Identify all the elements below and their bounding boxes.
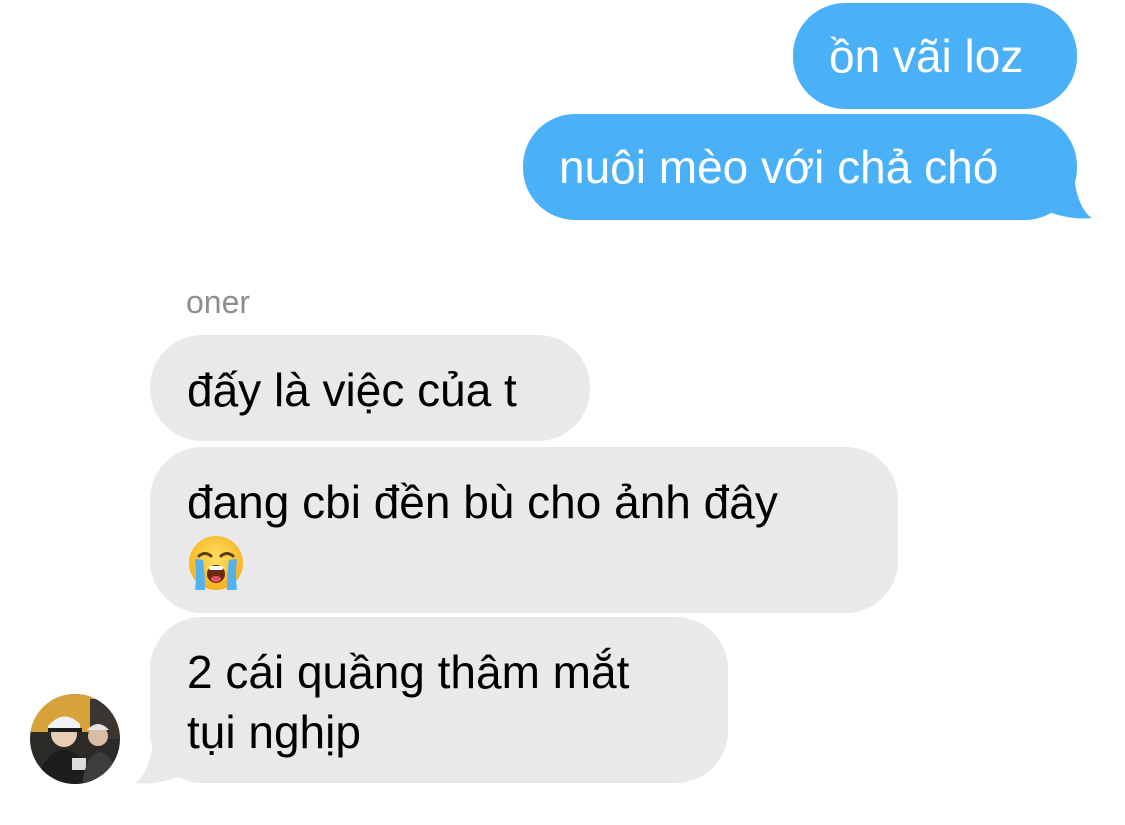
contact-photo-avatar bbox=[30, 694, 120, 784]
outgoing-bubble-tail bbox=[1040, 170, 1092, 219]
message-text: 2 cái quầng thâm mắt bbox=[187, 646, 630, 698]
incoming-bubble-tail bbox=[135, 735, 187, 784]
outgoing-message-bubble[interactable]: ồn vãi loz bbox=[793, 3, 1077, 109]
message-text: đấy là việc của t bbox=[187, 364, 517, 416]
message-text: đang cbi đền bù cho ảnh đây bbox=[187, 476, 778, 528]
incoming-message-bubble[interactable]: 2 cái quầng thâm mắt tụi nghịp bbox=[150, 617, 728, 783]
message-text: ồn vãi loz bbox=[829, 30, 1024, 82]
outgoing-message-bubble[interactable]: nuôi mèo với chả chó bbox=[523, 114, 1077, 220]
incoming-message-bubble[interactable]: đấy là việc của t bbox=[150, 335, 590, 441]
loudly-crying-face-emoji bbox=[189, 536, 243, 590]
incoming-message-bubble[interactable]: đang cbi đền bù cho ảnh đây bbox=[150, 447, 898, 613]
message-text: tụi nghịp bbox=[187, 706, 361, 758]
contact-avatar[interactable] bbox=[30, 694, 120, 784]
sender-name: oner bbox=[186, 284, 251, 320]
message-text: nuôi mèo với chả chó bbox=[559, 141, 999, 193]
